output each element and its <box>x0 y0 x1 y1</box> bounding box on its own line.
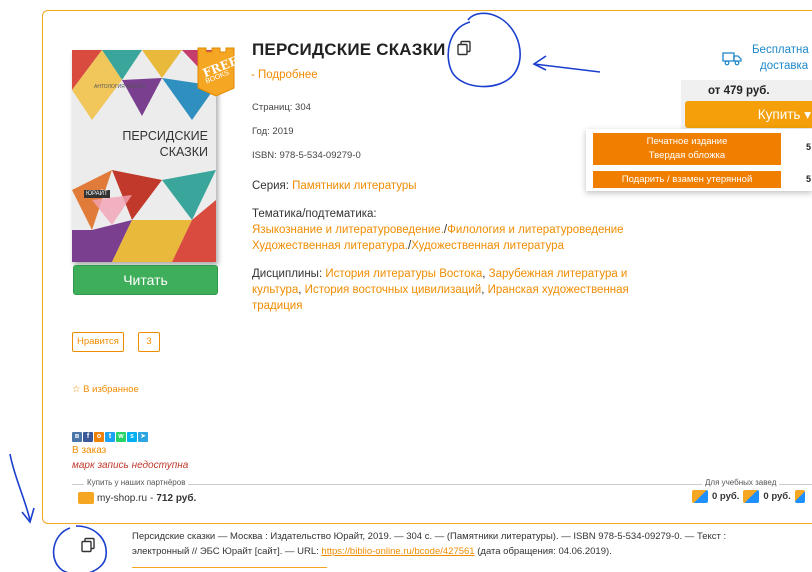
citation-date: (дата обращения: 04.06.2019). <box>474 546 612 557</box>
skype-icon[interactable]: s <box>127 432 137 442</box>
social-share: в f о t w s ➤ <box>72 432 148 442</box>
book-year: Год: 2019 <box>252 126 294 137</box>
option-line2: Твердая обложка <box>648 150 726 161</box>
discipline-link[interactable]: История литературы Востока <box>325 268 482 280</box>
delivery-line2: доставка <box>760 60 809 72</box>
unavailable-note: марк запись недоступна <box>72 460 189 471</box>
price-from: от 479 руб. <box>708 85 770 97</box>
citation-underline <box>132 567 327 568</box>
citation-text: Персидские сказки — Москва : Издательств… <box>132 529 812 559</box>
subtopic-link[interactable]: Филология и литературоведение <box>447 224 623 236</box>
twitter-icon[interactable]: t <box>105 432 115 442</box>
option-gift[interactable]: Подарить / взамен утерянной <box>593 171 781 188</box>
whatsapp-icon[interactable]: w <box>116 432 126 442</box>
cover-title: ПЕРСИДСКИЕ СКАЗКИ <box>72 128 208 160</box>
vk-icon[interactable]: в <box>72 432 82 442</box>
like-button[interactable]: Нравится <box>72 332 124 352</box>
cover-publisher: ЮРАЙТ <box>84 190 110 198</box>
topics-label: Тематика/подтематика: <box>252 208 377 220</box>
copy-citation-icon[interactable] <box>80 537 96 556</box>
details-link[interactable]: - Подробнее <box>251 69 318 81</box>
subtopic-link[interactable]: Художественная литература <box>411 240 564 252</box>
favorite-label: В избранное <box>83 384 139 395</box>
annotation-arrowhead-bottom <box>21 507 35 524</box>
citation-line1: Персидские сказки — Москва : Издательств… <box>132 531 727 542</box>
delivery-line1: Бесплатна <box>752 44 809 56</box>
disciplines-block: Дисциплины: История литературы Востока, … <box>252 268 629 312</box>
shop-icon <box>78 492 94 504</box>
annotation-arrow-bottom <box>9 453 31 521</box>
star-icon: ☆ <box>72 384 81 395</box>
option-line1: Печатное издание <box>646 136 728 147</box>
disciplines-label: Дисциплины: <box>252 268 326 280</box>
option-print-hardcover[interactable]: Печатное издание Твердая обложка <box>593 133 781 165</box>
edu-prices: 0 руб. 0 руб. <box>692 490 805 503</box>
series-row: Серия: Памятники литературы <box>252 180 417 192</box>
cover-title-line1: ПЕРСИДСКИЕ <box>122 129 208 143</box>
buy-button[interactable]: Купить ▾ <box>685 101 812 128</box>
topics-block: Тематика/подтематика: Языкознание и лите… <box>252 206 672 254</box>
book-title: ПЕРСИДСКИЕ СКАЗКИ <box>252 40 446 59</box>
facebook-icon[interactable]: f <box>83 432 93 442</box>
edu-price: 0 руб. <box>763 491 791 502</box>
shop-price: 712 руб. <box>156 492 197 504</box>
edu-price: 0 руб. <box>712 491 740 502</box>
shop-name: my-shop.ru <box>97 492 148 504</box>
free-books-badge: FREE BOOKS <box>194 44 244 98</box>
read-button[interactable]: Читать <box>73 265 218 295</box>
citation-url[interactable]: https://biblio-online.ru/bcode/427561 <box>321 546 474 557</box>
like-count: 3 <box>138 332 160 352</box>
delivery-truck-icon <box>722 50 742 69</box>
partners-label: Купить у наших партнёров <box>84 478 189 487</box>
cover-series: АНТОЛОГИЯ МЫСЛИ <box>94 84 145 90</box>
option-price-partial: 5 <box>806 174 812 184</box>
series-link[interactable]: Памятники литературы <box>292 180 416 192</box>
partner-shop[interactable]: my-shop.ru - 712 руб. <box>78 492 196 504</box>
edu-label: Для учебных завед <box>702 478 780 487</box>
book-isbn: ISBN: 978-5-534-09279-0 <box>252 150 361 161</box>
telegram-icon[interactable]: ➤ <box>138 432 148 442</box>
edu-platform-icon[interactable] <box>794 490 805 503</box>
series-label: Серия: <box>252 180 293 192</box>
topic-link[interactable]: Языкознание и литературоведение. <box>252 224 444 236</box>
edu-platform-icon[interactable] <box>692 490 708 503</box>
discipline-link[interactable]: История восточных цивилизаций <box>305 284 482 296</box>
option-price-partial: 5 <box>806 142 812 152</box>
order-link[interactable]: В заказ <box>72 445 106 456</box>
edu-platform-icon[interactable] <box>743 490 760 503</box>
cover-title-line2: СКАЗКИ <box>159 145 208 159</box>
odnoklassniki-icon[interactable]: о <box>94 432 104 442</box>
copy-icon[interactable] <box>456 40 472 59</box>
favorite-link[interactable]: ☆ В избранное <box>72 384 139 395</box>
pages-count: Страниц: 304 <box>252 102 311 113</box>
topic-link[interactable]: Художественная литература. <box>252 240 408 252</box>
free-delivery[interactable]: Бесплатна доставка <box>752 42 809 74</box>
citation-line2: электронный // ЭБС Юрайт [сайт]. — URL: <box>132 546 322 557</box>
